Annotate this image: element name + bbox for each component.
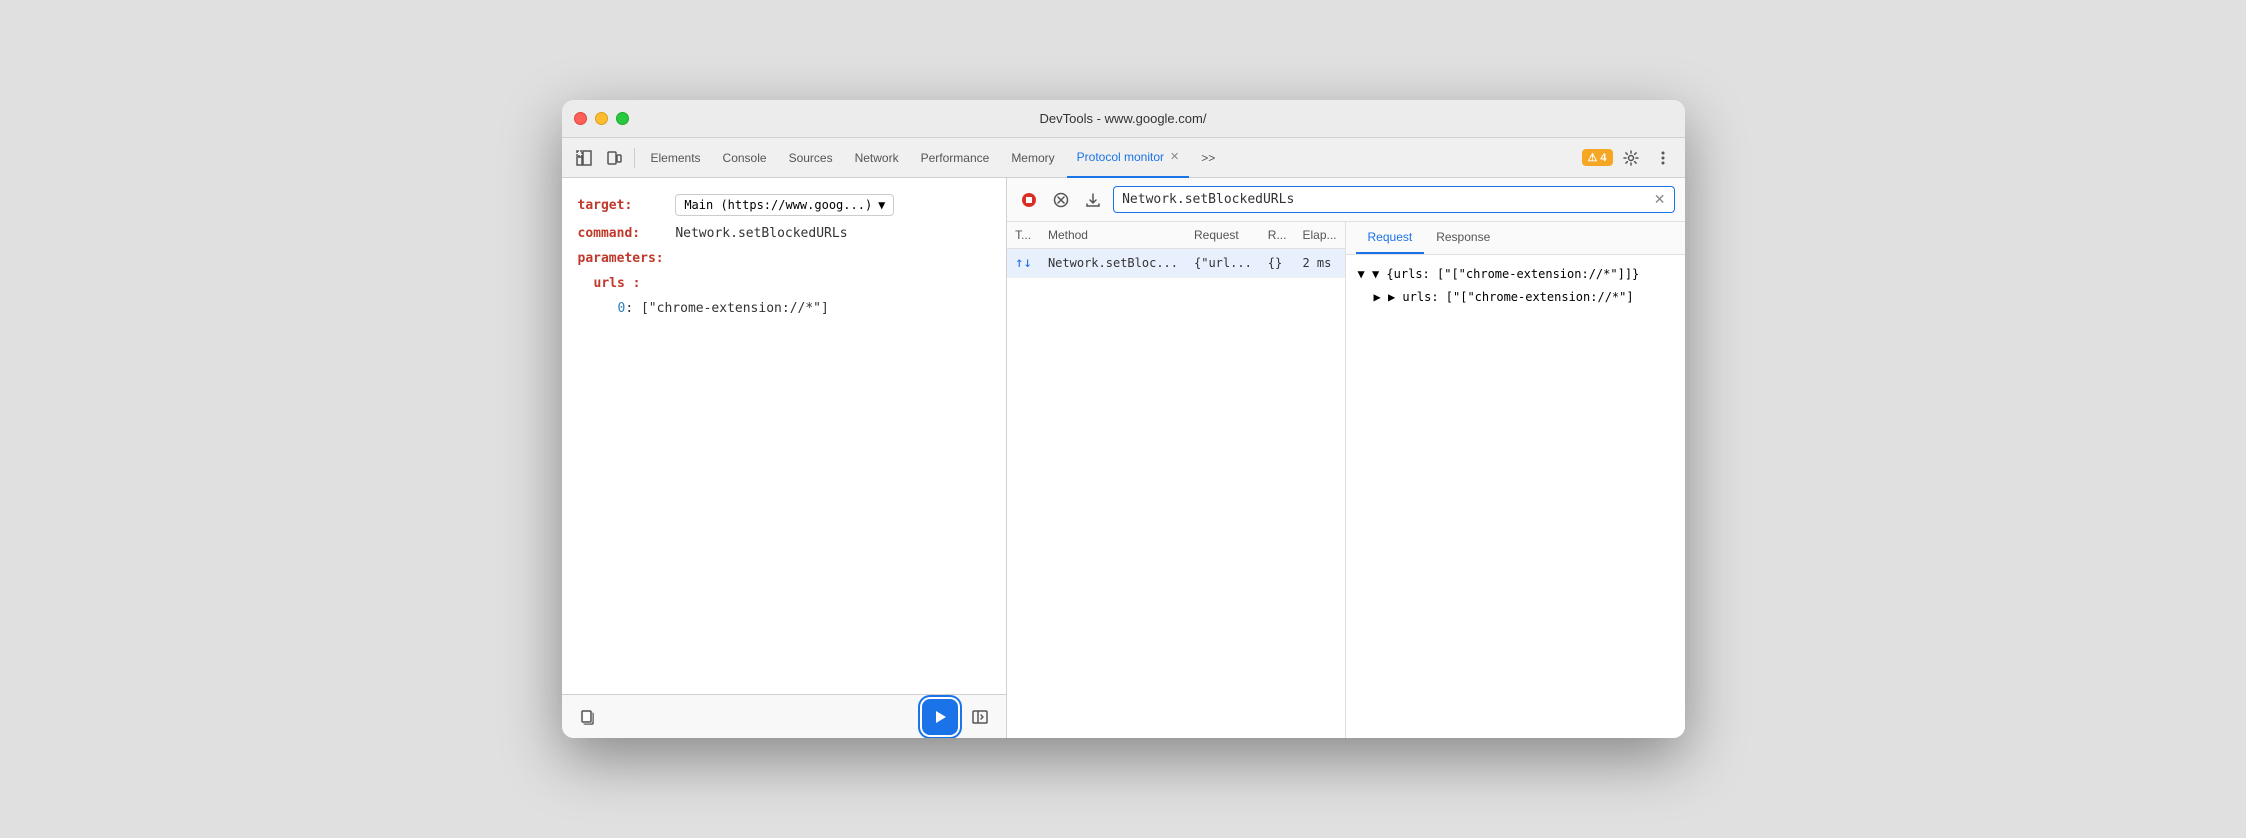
col-elapsed: Elap... xyxy=(1294,222,1344,249)
command-value: Network.setBlockedURLs xyxy=(675,226,847,241)
window-body: target: Main (https://www.goog...) ▼ com… xyxy=(562,178,1685,738)
dropdown-arrow-icon: ▼ xyxy=(878,198,885,212)
left-footer xyxy=(562,694,1007,738)
col-type: T... xyxy=(1007,222,1040,249)
more-options-icon[interactable] xyxy=(1649,144,1677,172)
traffic-lights xyxy=(574,112,629,125)
inspect-icon[interactable] xyxy=(570,144,598,172)
tab-protocol-monitor[interactable]: Protocol monitor ✕ xyxy=(1067,138,1190,178)
col-method: Method xyxy=(1040,222,1186,249)
bidirectional-arrow-icon: ↑↓ xyxy=(1015,255,1032,271)
right-main: T... Method Request R... Elap... xyxy=(1007,222,1684,738)
tab-console[interactable]: Console xyxy=(713,138,777,178)
response-content: ▼ ▼ {urls: ["["chrome-extension://*"]]} … xyxy=(1346,255,1685,321)
minimize-button[interactable] xyxy=(595,112,608,125)
close-button[interactable] xyxy=(574,112,587,125)
urls-row: urls : xyxy=(594,276,991,291)
titlebar: DevTools - www.google.com/ xyxy=(562,100,1685,138)
clear-icon[interactable] xyxy=(1049,188,1073,212)
tab-performance[interactable]: Performance xyxy=(911,138,1000,178)
response-line-1[interactable]: ▼ ▼ {urls: ["["chrome-extension://*"]]} xyxy=(1358,265,1673,284)
right-panel: ✕ T... Method Request xyxy=(1007,178,1684,738)
cell-type: ↑↓ xyxy=(1007,249,1040,278)
expand-icon-1: ▼ xyxy=(1358,267,1365,281)
index-row: 0 : ["chrome-extension://*"] xyxy=(618,301,991,316)
cell-elapsed: 2 ms xyxy=(1294,249,1344,278)
parameters-row: parameters: xyxy=(578,251,991,266)
left-panel: target: Main (https://www.goog...) ▼ com… xyxy=(562,178,1008,738)
target-label: target: xyxy=(578,198,668,213)
col-response: R... xyxy=(1260,222,1295,249)
tab-memory[interactable]: Memory xyxy=(1001,138,1064,178)
more-tabs-button[interactable]: >> xyxy=(1191,138,1225,178)
settings-icon[interactable] xyxy=(1617,144,1645,172)
command-input-wrap: ✕ xyxy=(1113,186,1674,213)
command-bar: ✕ xyxy=(1007,178,1684,222)
index-num: 0 xyxy=(618,301,626,316)
table-wrap: T... Method Request R... Elap... xyxy=(1007,222,1344,738)
cell-method: Network.setBloc... xyxy=(1040,249,1186,278)
maximize-button[interactable] xyxy=(616,112,629,125)
response-text-2: ▶ urls: ["["chrome-extension://*"] xyxy=(1388,290,1634,304)
toolbar-separator xyxy=(634,148,635,168)
window-title: DevTools - www.google.com/ xyxy=(1040,111,1207,126)
clear-input-icon[interactable]: ✕ xyxy=(1654,191,1666,208)
expand-icon-2: ▶ xyxy=(1374,290,1381,304)
parameters-label: parameters: xyxy=(578,251,668,266)
issues-badge[interactable]: ⚠ 4 xyxy=(1582,149,1613,166)
run-button[interactable] xyxy=(922,699,958,735)
target-select[interactable]: Main (https://www.goog...) ▼ xyxy=(675,194,894,216)
table-header-row: T... Method Request R... Elap... xyxy=(1007,222,1344,249)
command-input[interactable] xyxy=(1122,192,1654,207)
tab-sources[interactable]: Sources xyxy=(779,138,843,178)
response-line-2[interactable]: ▶ ▶ urls: ["["chrome-extension://*"] xyxy=(1358,288,1673,307)
tab-network[interactable]: Network xyxy=(845,138,909,178)
col-request: Request xyxy=(1186,222,1260,249)
tab-elements[interactable]: Elements xyxy=(641,138,711,178)
command-row: command: Network.setBlockedURLs xyxy=(578,226,991,241)
req-tabs: Request Response xyxy=(1346,222,1685,255)
requests-table: T... Method Request R... Elap... xyxy=(1007,222,1344,278)
command-label: command: xyxy=(578,226,668,241)
tab-response[interactable]: Response xyxy=(1424,222,1502,254)
target-row: target: Main (https://www.goog...) ▼ xyxy=(578,194,991,216)
tab-close-icon[interactable]: ✕ xyxy=(1170,150,1179,163)
left-content: target: Main (https://www.goog...) ▼ com… xyxy=(562,178,1007,694)
sidebar-toggle-icon[interactable] xyxy=(966,703,994,731)
urls-label: urls : xyxy=(594,276,684,291)
toolbar-right: ⚠ 4 xyxy=(1582,144,1677,172)
content-area: target: Main (https://www.goog...) ▼ com… xyxy=(562,178,1685,738)
response-text-1: ▼ {urls: ["["chrome-extension://*"]]} xyxy=(1372,267,1639,281)
cell-request: {"url... xyxy=(1186,249,1260,278)
table-row[interactable]: ↑↓ Network.setBloc... {"url... {} 2 ms xyxy=(1007,249,1344,278)
index-value: : ["chrome-extension://*"] xyxy=(625,301,829,316)
download-icon[interactable] xyxy=(1081,188,1105,212)
warning-icon: ⚠ xyxy=(1588,151,1598,164)
device-toggle-icon[interactable] xyxy=(600,144,628,172)
stop-recording-icon[interactable] xyxy=(1017,188,1041,212)
toolbar: Elements Console Sources Network Perform… xyxy=(562,138,1685,178)
tab-request[interactable]: Request xyxy=(1356,222,1425,254)
cell-response: {} xyxy=(1260,249,1295,278)
response-panel: Request Response ▼ ▼ {urls: ["["chrome-e… xyxy=(1345,222,1685,738)
target-value: Main (https://www.goog...) xyxy=(684,198,872,212)
copy-icon[interactable] xyxy=(574,703,602,731)
